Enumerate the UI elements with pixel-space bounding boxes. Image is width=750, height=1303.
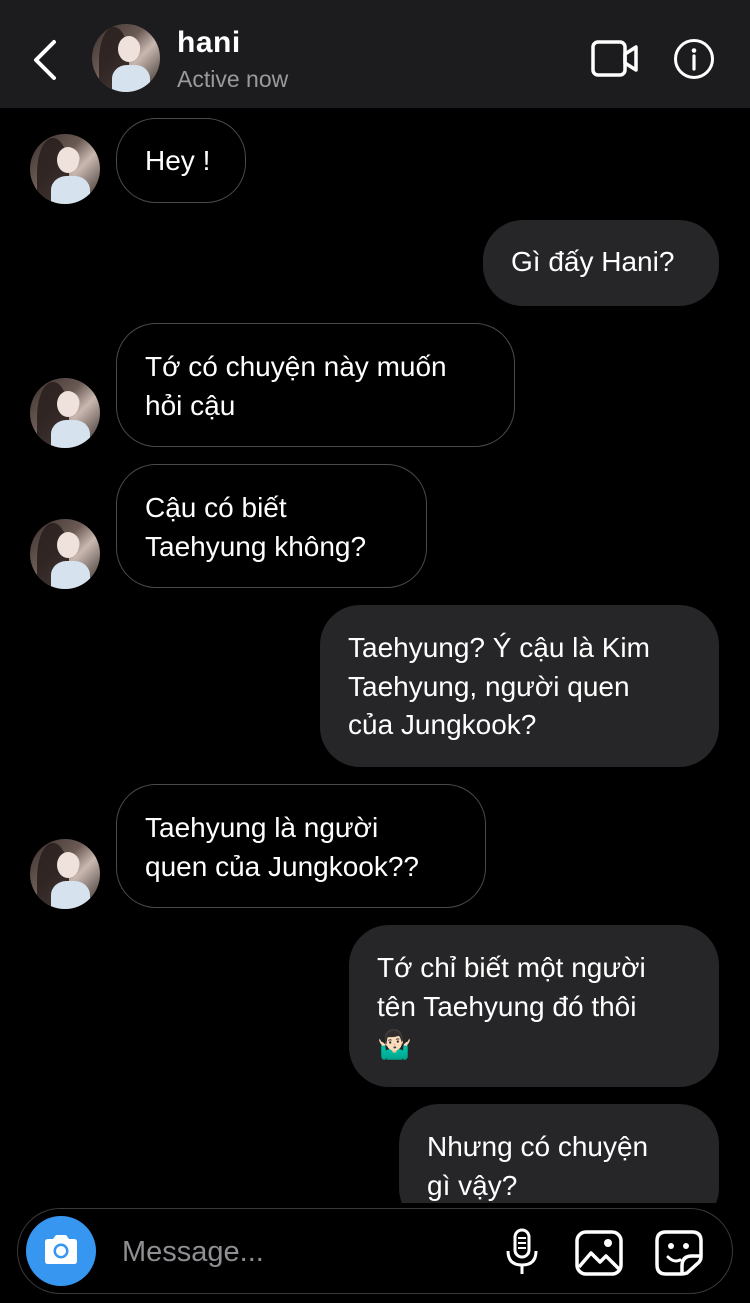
- message-composer: [17, 1208, 733, 1294]
- chevron-left-icon: [34, 40, 56, 80]
- message-line: tên Taehyung đó thôi: [377, 990, 637, 1022]
- message-line: gì vậy?: [427, 1169, 518, 1201]
- sticker-icon: [655, 1230, 703, 1276]
- incoming-message[interactable]: Tớ có chuyện này muốn hỏi cậu: [116, 323, 515, 447]
- message-text: Gì đấy Hani?: [511, 246, 675, 277]
- outgoing-message[interactable]: Nhưng có chuyện gì vậy?: [399, 1104, 719, 1203]
- microphone-icon: [506, 1228, 538, 1274]
- sender-avatar[interactable]: [30, 519, 100, 589]
- image-gallery-icon: [575, 1230, 623, 1276]
- info-icon: [674, 39, 714, 79]
- sticker-button[interactable]: [654, 1229, 704, 1277]
- message-line: Tớ có chuyện này muốn: [145, 351, 447, 382]
- contact-avatar[interactable]: [92, 24, 160, 92]
- outgoing-message[interactable]: Tớ chỉ biết một người tên Taehyung đó th…: [349, 925, 719, 1087]
- message-line: 🤷🏻‍♂️: [377, 1029, 412, 1060]
- gallery-button[interactable]: [574, 1229, 624, 1277]
- message-line: Taehyung là người: [145, 812, 379, 843]
- message-line: Nhưng có chuyện: [427, 1131, 649, 1162]
- video-call-button[interactable]: [590, 38, 640, 80]
- active-status: Active now: [177, 66, 289, 92]
- outgoing-message[interactable]: Gì đấy Hani?: [483, 220, 719, 306]
- message-line: Taehyung không?: [145, 530, 367, 562]
- sender-avatar[interactable]: [30, 134, 100, 204]
- outgoing-message[interactable]: Taehyung? Ý cậu là Kim Taehyung, người q…: [320, 605, 719, 767]
- incoming-message[interactable]: Cậu có biết Taehyung không?: [116, 464, 427, 588]
- microphone-button[interactable]: [502, 1227, 542, 1277]
- message-line: Taehyung, người quen: [348, 670, 630, 702]
- message-line: hỏi cậu: [145, 389, 236, 421]
- message-thread: Hey ! Gì đấy Hani? Tớ có chuyện này muốn…: [0, 108, 750, 1203]
- sender-avatar[interactable]: [30, 839, 100, 909]
- message-line: của Jungkook?: [348, 709, 537, 740]
- camera-icon: [45, 1235, 77, 1264]
- incoming-message[interactable]: Hey !: [116, 118, 246, 203]
- message-input[interactable]: [120, 1229, 484, 1275]
- message-line: Tớ chỉ biết một người: [377, 952, 646, 983]
- message-line: Cậu có biết: [145, 492, 287, 523]
- info-button[interactable]: [672, 37, 716, 81]
- incoming-message[interactable]: Taehyung là người quen của Jungkook??: [116, 784, 486, 908]
- message-line: Taehyung? Ý cậu là Kim: [348, 632, 650, 663]
- chat-header: hani Active now: [0, 0, 750, 108]
- message-text: Hey !: [145, 145, 211, 176]
- message-line: quen của Jungkook??: [145, 850, 419, 882]
- video-camera-icon: [591, 40, 638, 77]
- contact-name[interactable]: hani: [177, 26, 241, 60]
- sender-avatar[interactable]: [30, 378, 100, 448]
- camera-button[interactable]: [26, 1216, 96, 1286]
- back-button[interactable]: [24, 32, 68, 88]
